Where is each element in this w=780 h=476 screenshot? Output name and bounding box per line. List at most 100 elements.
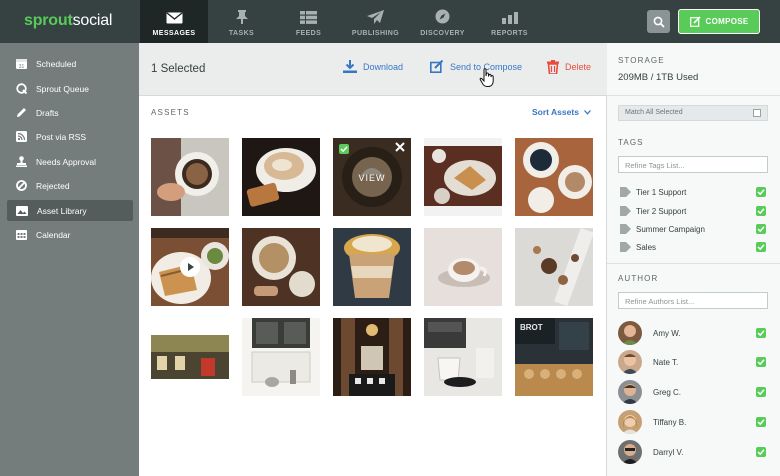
sidebar-item-post-via-rss[interactable]: Post via RSS: [7, 126, 133, 147]
avatar: [618, 380, 642, 404]
nav-tab-tasks[interactable]: TASKS: [208, 0, 275, 43]
sidebar-item-scheduled[interactable]: 31 Scheduled: [7, 53, 133, 74]
author-item-darryl[interactable]: Darryl V.: [618, 440, 766, 464]
storage-heading: STORAGE: [618, 56, 665, 65]
avatar: [618, 350, 642, 374]
compose-icon: [430, 60, 444, 73]
nav-tab-messages[interactable]: MESSAGES: [140, 0, 208, 43]
asset-thumbnail[interactable]: [515, 138, 593, 216]
hand-cursor-icon: [479, 68, 494, 87]
bar-chart-icon: [501, 12, 518, 24]
sidebar-item-sprout-queue[interactable]: Sprout Queue: [7, 78, 133, 99]
asset-thumbnail[interactable]: [242, 138, 320, 216]
sidebar-item-asset-library[interactable]: Asset Library: [7, 200, 133, 221]
asset-library-main: 1 Selected Download Send to Compose Dele…: [139, 43, 607, 476]
refine-authors-input[interactable]: Refine Authors List...: [618, 292, 768, 309]
author-checkbox[interactable]: [756, 417, 766, 427]
view-label[interactable]: VIEW: [333, 173, 411, 183]
chevron-down-icon: [584, 110, 592, 115]
asset-thumbnail[interactable]: [242, 318, 320, 396]
asset-thumbnail[interactable]: [151, 138, 229, 216]
tag-icon: [620, 224, 631, 234]
asset-thumbnail[interactable]: [333, 318, 411, 396]
tag-checkbox[interactable]: [756, 187, 766, 197]
asset-thumbnail[interactable]: BROT: [515, 318, 593, 396]
refine-tags-input[interactable]: Refine Tags List...: [618, 156, 768, 173]
sidebar-item-rejected[interactable]: Rejected: [7, 175, 133, 196]
nav-tab-discovery[interactable]: DISCOVERY: [409, 0, 476, 43]
search-icon: [653, 16, 665, 28]
tags-heading: TAGS: [618, 138, 644, 147]
asset-thumbnail[interactable]: [333, 228, 411, 306]
asset-library-icon: [16, 206, 28, 216]
ban-icon: [16, 180, 27, 191]
match-all-selected-toggle[interactable]: Match All Selected: [618, 105, 768, 121]
svg-text:31: 31: [19, 64, 25, 69]
asset-thumbnail[interactable]: [242, 228, 320, 306]
author-item-tiffany[interactable]: Tiffany B.: [618, 410, 766, 434]
sidebar-item-drafts[interactable]: Drafts: [7, 102, 133, 123]
download-button[interactable]: Download: [343, 60, 403, 73]
trash-icon: [547, 60, 559, 74]
compass-icon: [435, 9, 450, 24]
author-item-nate[interactable]: Nate T.: [618, 350, 766, 374]
tag-item-summer-campaign[interactable]: Summer Campaign: [620, 223, 766, 235]
assets-label: ASSETS: [151, 108, 190, 117]
queue-icon: [16, 83, 27, 94]
avatar: [618, 321, 642, 345]
sort-assets-dropdown[interactable]: Sort Assets: [532, 107, 592, 117]
sidebar-item-needs-approval[interactable]: Needs Approval: [7, 151, 133, 172]
author-checkbox[interactable]: [756, 387, 766, 397]
selected-checkbox[interactable]: [339, 144, 349, 154]
tag-checkbox[interactable]: [756, 242, 766, 252]
delete-button[interactable]: Delete: [547, 60, 591, 74]
asset-thumbnail[interactable]: [151, 318, 229, 396]
nav-tab-publishing[interactable]: PUBLISHING: [342, 0, 409, 43]
tag-item-tier-2-support[interactable]: Tier 2 Support: [620, 205, 766, 217]
match-all-checkbox[interactable]: [753, 109, 761, 117]
author-item-amy[interactable]: Amy W.: [618, 321, 766, 345]
download-icon: [343, 60, 357, 73]
rss-icon: [16, 131, 27, 142]
asset-thumbnail[interactable]: [424, 318, 502, 396]
asset-thumbnail[interactable]: [424, 138, 502, 216]
avatar: [618, 410, 642, 434]
sidebar: 31 Scheduled Sprout Queue Drafts Post vi…: [0, 43, 139, 476]
compose-button[interactable]: COMPOSE: [678, 9, 760, 34]
nav-tab-feeds[interactable]: FEEDS: [275, 0, 342, 43]
send-to-compose-button[interactable]: Send to Compose: [430, 60, 522, 73]
close-icon[interactable]: [395, 142, 405, 152]
author-checkbox[interactable]: [756, 357, 766, 367]
main-nav: MESSAGES TASKS FEEDS PUBLISHING DISCOVER…: [140, 0, 543, 43]
calendar-31-icon: 31: [16, 59, 27, 69]
svg-text:BROT: BROT: [520, 323, 543, 332]
envelope-icon: [166, 12, 182, 24]
selection-bar: 1 Selected Download Send to Compose Dele…: [139, 43, 607, 96]
author-item-greg[interactable]: Greg C.: [618, 380, 766, 404]
asset-thumbnail[interactable]: [151, 228, 229, 306]
tag-item-sales[interactable]: Sales: [620, 241, 766, 253]
author-checkbox[interactable]: [756, 328, 766, 338]
author-checkbox[interactable]: [756, 447, 766, 457]
search-button[interactable]: [647, 10, 670, 33]
tag-item-tier-1-support[interactable]: Tier 1 Support: [620, 186, 766, 198]
asset-thumbnail[interactable]: [515, 228, 593, 306]
stamp-icon: [16, 156, 27, 167]
paper-plane-icon: [367, 10, 384, 24]
tag-icon: [620, 242, 631, 252]
tag-icon: [620, 187, 631, 197]
sprout-social-logo[interactable]: sproutsocial: [24, 12, 112, 30]
asset-thumbnail-selected[interactable]: VIEW: [333, 138, 411, 216]
pencil-icon: [17, 108, 26, 117]
tag-icon: [620, 206, 631, 216]
asset-thumbnail[interactable]: [424, 228, 502, 306]
play-video-button[interactable]: [180, 257, 200, 277]
feeds-icon: [300, 11, 317, 24]
pin-icon: [235, 10, 248, 24]
tag-checkbox[interactable]: [756, 206, 766, 216]
selected-count: 1 Selected: [151, 63, 206, 75]
sidebar-item-calendar[interactable]: Calendar: [7, 224, 133, 245]
tag-checkbox[interactable]: [756, 224, 766, 234]
nav-tab-reports[interactable]: REPORTS: [476, 0, 543, 43]
storage-usage: 209MB / 1TB Used: [618, 72, 699, 83]
